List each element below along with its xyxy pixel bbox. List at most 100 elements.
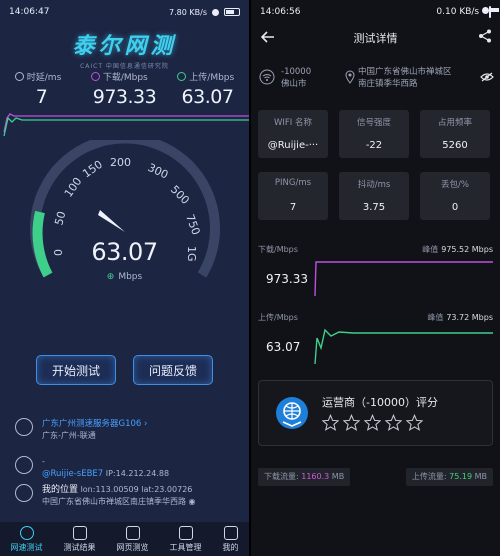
feedback-button[interactable]: 问题反馈 (133, 355, 213, 385)
packet-loss-card: 丢包/% 0 (420, 172, 490, 220)
location-coords: lon:113.00509 lat:23.00726 (80, 485, 193, 494)
upload-traffic: 上传流量: 75.19 MB (405, 468, 493, 486)
wifi-icon (259, 69, 275, 85)
signal-icon (482, 7, 489, 14)
gauge-tick: 50 (52, 210, 68, 227)
eye-hidden-icon[interactable] (480, 72, 494, 82)
status-bar: 14:06:56 0.10 KB/s (251, 0, 500, 24)
status-time: 14:06:47 (9, 7, 50, 17)
nav-results[interactable]: 测试结果 (64, 525, 96, 553)
download-icon (90, 72, 100, 81)
peak-label: 峰值 (422, 245, 439, 254)
metrics-values: 7 973.33 63.07 (0, 86, 249, 108)
download-label: 下载/Mbps (258, 245, 298, 254)
nav-web-browse[interactable]: 网页测览 (117, 525, 149, 553)
wifi-ip: IP:14.212.24.88 (105, 469, 170, 478)
location-title: 我的位置 (42, 485, 79, 495)
wifi-icon (15, 456, 33, 474)
network-speed: 0.10 KB/s (436, 7, 480, 17)
download-value: 973.33 (266, 272, 308, 286)
document-icon (72, 525, 87, 540)
upload-peak: 73.72 Mbps (446, 313, 493, 322)
gauge-unit: Mbps (118, 272, 143, 282)
logo-subtitle: CAICT 中国信息通信研究院 (80, 63, 169, 70)
address-line1: 中国广东省佛山市禅城区 (358, 67, 452, 77)
upload-graph (314, 328, 493, 365)
upload-arrow-icon: ⊕ (106, 272, 115, 282)
live-speed-graph (3, 113, 249, 137)
logo-title: 泰尔网测 (72, 34, 177, 59)
battery-icon (489, 6, 491, 18)
star-icon[interactable] (385, 414, 402, 431)
traffic-row: 下载流量: 1160.3 MB 上传流量: 75.19 MB (258, 468, 493, 486)
download-section: 下载/Mbps 峰值 975.52 Mbps 973.33 (258, 244, 493, 302)
download-graph (314, 261, 493, 297)
ping-card: PING/ms 7 (258, 172, 328, 220)
wifi-name-card: WIFI 名称 @Ruijie-··· (258, 110, 328, 158)
battery-icon (224, 8, 240, 16)
gauge-value: 63.07 (91, 238, 158, 266)
star-icon[interactable] (364, 414, 381, 431)
star-icon[interactable] (406, 414, 423, 431)
share-icon[interactable] (478, 29, 492, 43)
upload-label: 上传/Mbps (258, 313, 298, 322)
start-test-button[interactable]: 开始测试 (36, 355, 116, 385)
back-arrow-icon[interactable] (259, 28, 277, 46)
rating-stars[interactable] (322, 414, 423, 431)
toolbox-icon (178, 525, 193, 540)
header: 测试详情 (251, 26, 500, 50)
status-time: 14:06:56 (260, 7, 301, 17)
metrics-labels: 时延/ms 下载/Mbps 上传/Mbps (0, 70, 249, 83)
isp-code: -10000 (281, 67, 312, 77)
nav-tools[interactable]: 工具管理 (170, 525, 202, 553)
server-row[interactable]: 广东广州测速服务器G106 › 广东-广州-联通 (15, 418, 240, 442)
star-icon[interactable] (343, 414, 360, 431)
gauge-tick: 100 (62, 175, 85, 200)
globe-icon (15, 418, 33, 436)
clock-icon (14, 72, 24, 81)
speed-test-screen: 14:06:47 7.80 KB/s 泰尔网测 CAICT 中国信息通信研究院 … (0, 0, 249, 556)
bottom-nav: 网速测试 测试结果 网页测览 工具管理 我的 (0, 522, 249, 556)
user-icon (15, 484, 33, 502)
upload-icon (177, 72, 187, 81)
isp-rating-card: 运营商（-10000）评分 (258, 380, 493, 446)
isp-rating-title: 运营商（-10000）评分 (322, 396, 438, 409)
page-title: 测试详情 (353, 32, 398, 45)
profile-icon (223, 525, 238, 540)
eye-icon[interactable]: ◉ (189, 497, 196, 506)
chevron-right-icon: › (144, 419, 148, 429)
signal-icon (212, 8, 219, 16)
gauge-tick: 200 (110, 156, 131, 169)
address-line2: 南庄镇季华西路 (358, 79, 418, 89)
isp-city: 佛山市 (281, 79, 307, 89)
frequency-card: 占用频率 5260 (420, 110, 490, 158)
gauge-needle (98, 210, 125, 232)
gauge-tick: 150 (80, 158, 105, 181)
location-pin-icon (345, 70, 355, 84)
wifi-row: - @Ruijie-sEBE7 IP:14.212.24.88 (15, 456, 240, 480)
upload-label: 上传/Mbps (189, 73, 235, 83)
jitter-card: 抖动/ms 3.75 (339, 172, 409, 220)
download-traffic: 下载流量: 1160.3 MB (258, 468, 351, 486)
signal-strength-card: 信号强度 -22 (339, 110, 409, 158)
nav-speed-test[interactable]: 网速测试 (11, 525, 43, 553)
wifi-status: - (42, 457, 45, 466)
speed-gauge: 0 50 100 150 200 300 500 750 1G (30, 140, 220, 278)
upload-value: 63.07 (181, 86, 234, 108)
latency-value: 7 (35, 86, 48, 108)
server-name: 广东广州测速服务器G106 (42, 419, 142, 429)
download-label: 下载/Mbps (102, 73, 148, 83)
gauge-tick: 750 (183, 213, 202, 237)
app-logo: 泰尔网测 CAICT 中国信息通信研究院 (0, 28, 249, 70)
peak-label: 峰值 (427, 313, 444, 322)
upload-value: 63.07 (266, 340, 301, 354)
star-icon[interactable] (322, 414, 339, 431)
location-address: 中国广东省佛山市禅城区南庄镇季华西路 (42, 497, 186, 506)
upload-section: 上传/Mbps 峰值 73.72 Mbps 63.07 (258, 312, 493, 370)
globe-rating-icon (276, 397, 308, 429)
network-speed: 7.80 KB/s (169, 7, 207, 17)
location-info: -10000 佛山市 中国广东省佛山市禅城区 南庄镇季华西路 (259, 66, 494, 96)
nav-profile[interactable]: 我的 (223, 525, 239, 553)
browser-icon (125, 525, 140, 540)
test-details-screen: 14:06:56 0.10 KB/s 测试详情 -10000 佛山市 中国广东省… (251, 0, 500, 556)
